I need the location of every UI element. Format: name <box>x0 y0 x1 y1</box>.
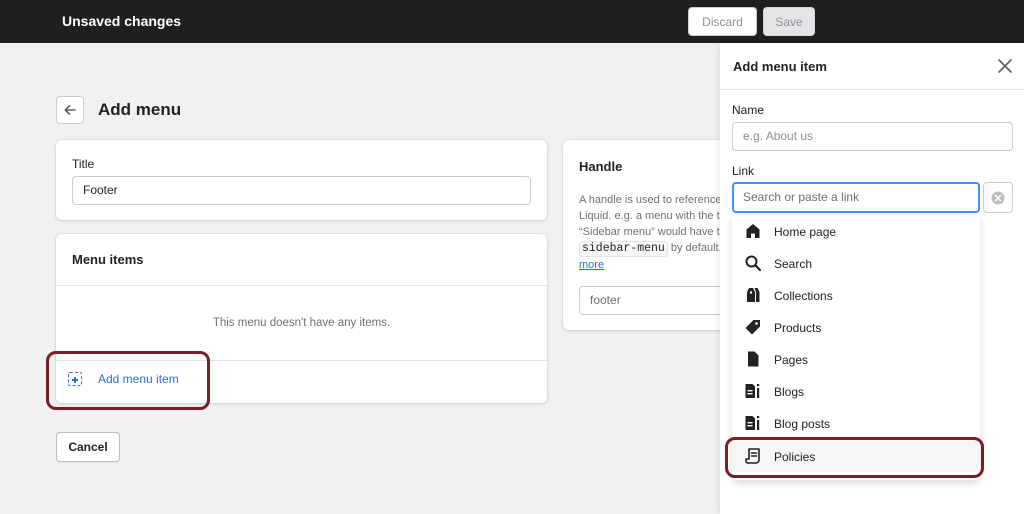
link-option-blog-posts[interactable]: Blog posts <box>732 407 980 439</box>
link-option-home-page[interactable]: Home page <box>732 215 980 247</box>
link-option-label: Search <box>774 257 813 271</box>
link-option-label: Blog posts <box>774 417 831 431</box>
collections-icon <box>747 288 760 302</box>
top-bar: Unsaved changes Discard Save <box>0 0 1024 43</box>
arrow-left-icon <box>64 105 76 115</box>
clear-link-button[interactable] <box>983 182 1013 213</box>
back-button[interactable] <box>56 96 84 124</box>
link-option-collections[interactable]: Collections <box>732 279 980 311</box>
blog-post-icon <box>745 416 760 430</box>
link-search-input[interactable]: Search or paste a link <box>732 182 980 213</box>
title-label: Title <box>72 157 95 171</box>
name-input[interactable]: e.g. About us <box>732 122 1013 151</box>
discard-button[interactable]: Discard <box>688 7 757 36</box>
link-option-label: Pages <box>774 353 809 367</box>
save-button[interactable]: Save <box>763 7 815 36</box>
close-icon[interactable] <box>997 58 1013 74</box>
tag-icon <box>745 320 760 335</box>
blog-icon <box>745 384 760 398</box>
cancel-button[interactable]: Cancel <box>56 432 120 462</box>
annotation-highlight-add-item <box>46 351 210 410</box>
page-icon <box>748 351 759 367</box>
divider <box>56 285 547 286</box>
annotation-highlight-policies <box>725 437 984 478</box>
handle-desc-line: Liquid. e.g. a menu with the title <box>579 210 734 222</box>
link-option-pages[interactable]: Pages <box>732 343 980 375</box>
link-option-blogs[interactable]: Blogs <box>732 375 980 407</box>
handle-desc-line: by default. <box>667 242 722 254</box>
page-title: Add menu <box>98 100 182 119</box>
link-option-products[interactable]: Products <box>732 311 980 343</box>
link-label: Link <box>732 164 755 178</box>
link-option-label: Home page <box>774 225 837 239</box>
handle-code: sidebar-menu <box>579 241 668 257</box>
link-option-search[interactable]: Search <box>732 247 980 279</box>
empty-menu-message: This menu doesn't have any items. <box>212 317 391 329</box>
learn-more-link[interactable]: more <box>579 259 604 271</box>
clear-icon <box>991 191 1005 204</box>
title-card: Title Footer <box>56 140 547 220</box>
link-option-label: Blogs <box>774 385 805 399</box>
handle-heading: Handle <box>579 159 623 174</box>
link-option-label: Collections <box>774 289 833 303</box>
menu-items-heading: Menu items <box>72 252 144 267</box>
search-icon <box>745 255 762 272</box>
divider <box>720 89 1024 90</box>
name-label: Name <box>732 103 765 117</box>
unsaved-changes-title: Unsaved changes <box>62 13 182 29</box>
home-icon <box>746 224 760 238</box>
link-option-label: Products <box>774 321 822 335</box>
title-input[interactable]: Footer <box>72 176 531 205</box>
panel-title: Add menu item <box>733 59 827 74</box>
